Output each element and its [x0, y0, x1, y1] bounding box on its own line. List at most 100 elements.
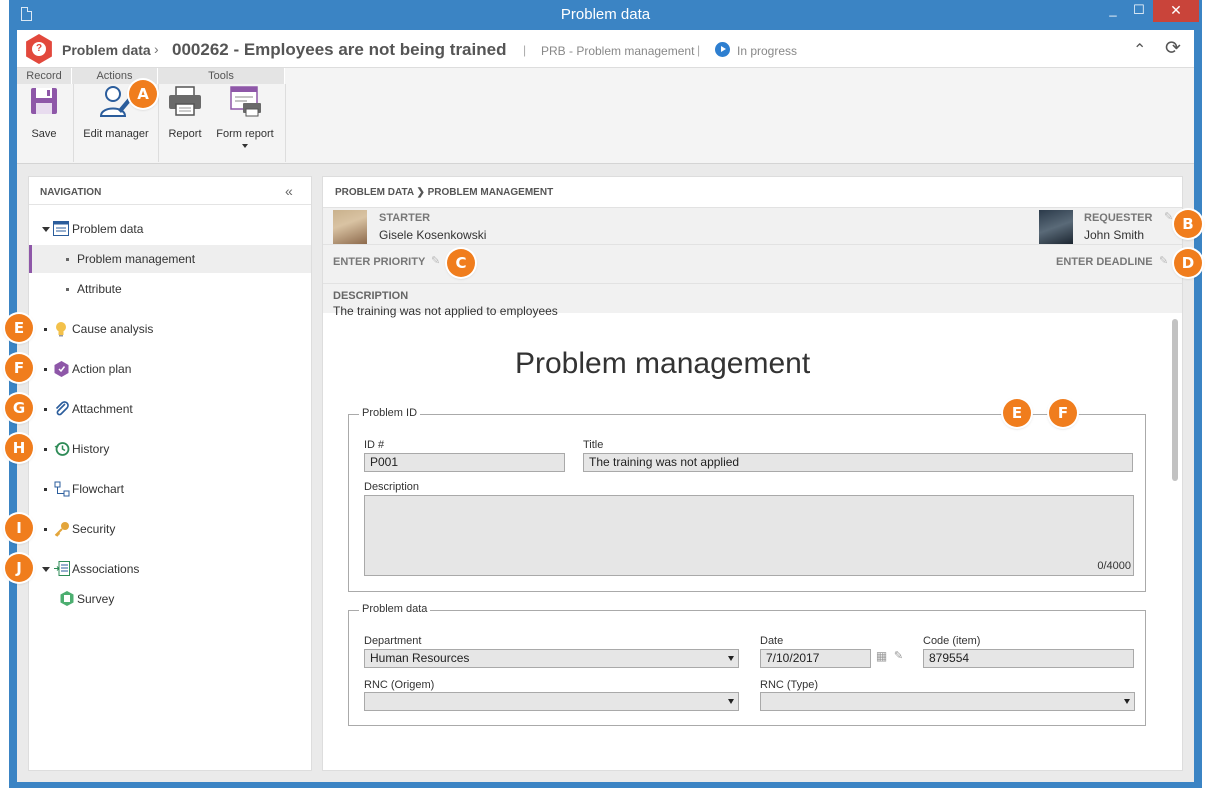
collapse-up-icon[interactable]: ⌃ — [1133, 40, 1146, 60]
nav-item-problem-management[interactable]: Problem management — [29, 245, 311, 273]
form-report-button[interactable]: Form report — [213, 86, 277, 148]
department-label: Department — [364, 635, 422, 647]
minimize-button[interactable]: _ — [1100, 0, 1126, 22]
paperclip-icon — [55, 401, 69, 416]
expand-arrow-icon[interactable] — [42, 567, 50, 572]
callout-badge-e: E — [5, 314, 33, 342]
scrollbar-thumb[interactable] — [1172, 319, 1178, 481]
title-bar: Problem data _ ☐ ✕ — [9, 0, 1202, 30]
id-label: ID # — [364, 439, 385, 451]
window-title: Problem data — [560, 6, 651, 23]
rnc-origem-select[interactable] — [364, 692, 739, 711]
callout-badge-b: B — [1174, 210, 1202, 238]
record-title: 000262 - Employees are not being trained — [172, 40, 507, 59]
header-separator: | — [697, 43, 701, 57]
header-separator: | — [523, 43, 527, 57]
question-icon: ? — [32, 42, 46, 56]
dropdown-arrow-icon — [728, 699, 734, 704]
title-label: Title — [583, 439, 604, 451]
date-label: Date — [760, 635, 784, 647]
date-field[interactable]: 7/10/2017 — [760, 649, 871, 668]
divider — [323, 283, 1182, 284]
floppy-disk-icon — [31, 88, 57, 114]
bullet — [66, 288, 69, 291]
history-clock-icon — [54, 442, 70, 456]
form-title: Problem management — [515, 347, 811, 380]
department-value: Human Resources — [370, 651, 470, 665]
description-textarea[interactable] — [364, 495, 1134, 559]
save-button[interactable]: Save — [25, 88, 63, 140]
navigation-header: NAVIGATION « — [29, 177, 311, 205]
report-label: Report — [168, 128, 202, 140]
status-text: In progress — [737, 44, 798, 58]
clear-date-icon[interactable]: ✎ — [890, 649, 907, 668]
edit-manager-label: Edit manager — [83, 128, 149, 140]
maximize-button[interactable]: ☐ — [1126, 0, 1152, 22]
divider — [323, 244, 1182, 245]
nav-item-attribute[interactable]: Attribute — [29, 275, 311, 303]
dropdown-arrow-icon[interactable] — [242, 144, 248, 148]
ribbon-toolbar: Record Actions Tools Save Edit manager R… — [17, 68, 1194, 164]
department-select[interactable]: Human Resources — [364, 649, 739, 668]
nav-label: Action plan — [72, 362, 132, 376]
nav-item-history[interactable]: History — [29, 435, 311, 463]
problem-id-section: Problem ID ID # P001 Title The training … — [348, 407, 1146, 592]
dropdown-arrow-icon — [1124, 699, 1130, 704]
nav-item-attachment[interactable]: Attachment — [29, 395, 311, 423]
priority-label: ENTER PRIORITY — [333, 256, 426, 268]
nav-item-associations[interactable]: Associations — [29, 555, 311, 583]
app-window: Problem data _ ☐ ✕ ? Problem data › 0002… — [9, 0, 1202, 788]
title-field[interactable]: The training was not applied — [583, 453, 1133, 472]
nav-label: Associations — [72, 562, 140, 576]
callout-badge-c: C — [447, 249, 475, 277]
printer-icon — [169, 86, 201, 116]
nav-item-flowchart[interactable]: Flowchart — [29, 475, 311, 503]
description-label: DESCRIPTION — [333, 290, 409, 302]
action-plan-hex-icon — [54, 361, 69, 377]
dropdown-arrow-icon — [728, 656, 734, 661]
content-breadcrumb: PROBLEM DATA ❯ PROBLEM MANAGEMENT — [335, 187, 554, 198]
chevron-right-icon: › — [154, 41, 159, 57]
avatar — [333, 210, 367, 244]
callout-badge-e: E — [1003, 399, 1031, 427]
rnc-type-select[interactable] — [760, 692, 1135, 711]
deadline-label: ENTER DEADLINE — [1056, 256, 1153, 268]
nav-label: Survey — [77, 592, 115, 606]
form-report-icon — [230, 86, 261, 117]
nav-label: Security — [72, 522, 116, 536]
nav-item-security[interactable]: Security — [29, 515, 311, 543]
section-legend: Problem data — [359, 603, 431, 615]
nav-label: Problem data — [72, 222, 144, 236]
nav-label: Attribute — [77, 282, 122, 296]
nav-label: Flowchart — [72, 482, 125, 496]
ribbon-group-tools: Tools — [158, 68, 285, 84]
breadcrumb-problem-data[interactable]: Problem data — [62, 42, 151, 58]
rnc-type-label: RNC (Type) — [760, 679, 819, 691]
nav-item-survey[interactable]: Survey — [29, 585, 311, 613]
collapse-panel-icon[interactable]: « — [285, 183, 293, 199]
edit-pencil-icon[interactable]: ✎ — [431, 254, 440, 267]
report-button[interactable]: Report — [165, 86, 205, 140]
rnc-origem-label: RNC (Origem) — [364, 679, 435, 691]
edit-pencil-icon[interactable]: ✎ — [1159, 254, 1168, 267]
refresh-icon[interactable]: ⟳ — [1165, 37, 1181, 60]
ribbon-divider — [285, 84, 286, 162]
code-field[interactable]: 879554 — [923, 649, 1134, 668]
callout-badge-f: F — [1049, 399, 1077, 427]
edit-pencil-icon[interactable]: ✎ — [1164, 210, 1173, 223]
description-field-label: Description — [364, 481, 420, 493]
associations-icon — [54, 561, 70, 576]
nav-item-action-plan[interactable]: Action plan — [29, 355, 311, 383]
close-button[interactable]: ✕ — [1153, 0, 1199, 22]
section-legend: Problem ID — [359, 407, 421, 419]
save-label: Save — [31, 128, 57, 140]
id-field[interactable]: P001 — [364, 453, 565, 472]
expand-arrow-icon[interactable] — [42, 227, 50, 232]
calendar-icon[interactable]: ▦ — [873, 649, 890, 668]
callout-badge-g: G — [5, 394, 33, 422]
requester-label: REQUESTER — [1084, 212, 1153, 224]
starter-name: Gisele Kosenkowski — [379, 228, 487, 242]
nav-label: History — [72, 442, 110, 456]
nav-item-problem-data[interactable]: Problem data — [29, 215, 311, 243]
nav-item-cause-analysis[interactable]: Cause analysis — [29, 315, 311, 343]
